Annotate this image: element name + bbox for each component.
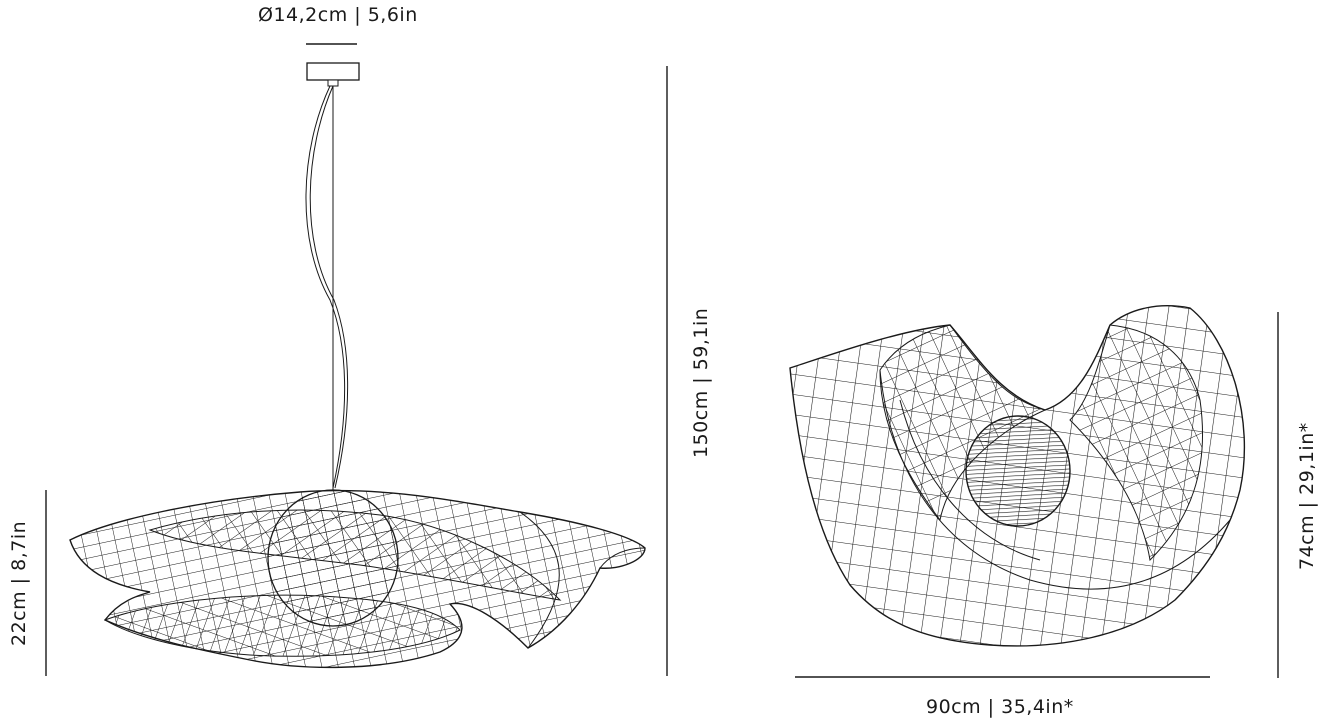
technical-drawing bbox=[45, 43, 1279, 678]
side-height-label: 74cm | 29,1in* bbox=[1296, 422, 1318, 570]
ceiling-canopy bbox=[306, 62, 360, 81]
power-cord bbox=[305, 85, 346, 489]
light-sphere-side bbox=[965, 415, 1071, 527]
total-height-label: 150cm | 59,1in bbox=[690, 307, 712, 458]
side-width-label: 90cm | 35,4in* bbox=[926, 696, 1074, 718]
light-sphere bbox=[267, 489, 399, 627]
canopy-connector bbox=[327, 79, 339, 87]
shade-height-label: 22cm | 8,7in bbox=[8, 520, 30, 646]
canopy-diameter-label: Ø14,2cm | 5,6in bbox=[258, 4, 418, 26]
